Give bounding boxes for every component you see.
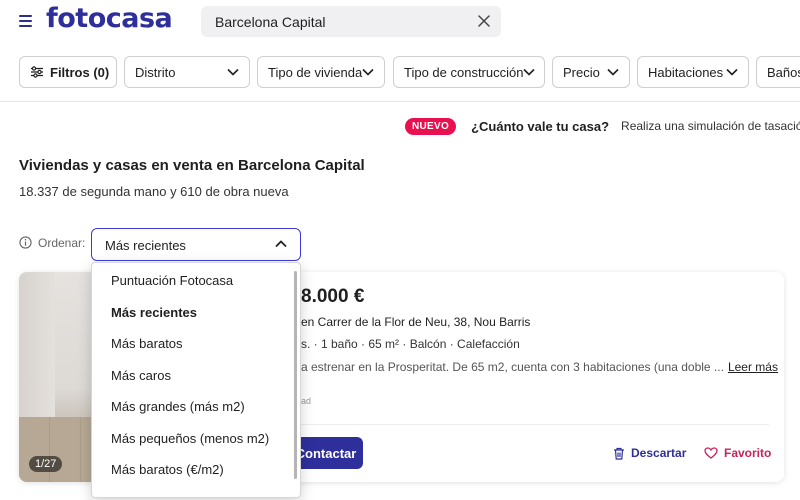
- results-count: 18.337 de segunda mano y 610 de obra nue…: [19, 184, 289, 199]
- chevron-down-icon: [607, 68, 619, 76]
- discard-button[interactable]: Descartar: [613, 446, 686, 460]
- filter-habitaciones[interactable]: Habitaciones: [637, 56, 749, 88]
- card-divider: [301, 424, 769, 425]
- photo-wall: [19, 272, 55, 417]
- discard-label: Descartar: [631, 446, 687, 460]
- trash-icon: [614, 447, 624, 460]
- read-more-link[interactable]: Leer más: [728, 360, 778, 374]
- chevron-down-icon: [227, 68, 239, 76]
- hamburger-menu-icon[interactable]: [19, 15, 32, 27]
- fotocasa-logo[interactable]: fotocasa: [46, 3, 173, 34]
- listing-price[interactable]: 8.000 €: [301, 286, 364, 308]
- sort-option-caros[interactable]: Más caros: [92, 360, 300, 392]
- sliders-icon: [31, 66, 43, 78]
- sort-option-baratos[interactable]: Más baratos: [92, 328, 300, 360]
- filter-banos[interactable]: Baños: [756, 56, 800, 88]
- valuation-description: Realiza una simulación de tasación o: [621, 119, 800, 133]
- dropdown-scrollbar[interactable]: [294, 271, 297, 479]
- filters-label: Filtros (0): [50, 64, 110, 80]
- sort-option-baratos-m2[interactable]: Más baratos (€/m2): [92, 454, 300, 486]
- new-badge: NUEVO: [405, 117, 457, 135]
- sort-option-grandes[interactable]: Más grandes (más m2): [92, 391, 300, 423]
- location-search-input[interactable]: Barcelona Capital: [201, 6, 501, 37]
- chevron-down-icon: [726, 68, 738, 76]
- chevron-up-icon: [275, 240, 287, 248]
- filter-tipo-vivienda[interactable]: Tipo de vivienda: [257, 56, 385, 88]
- valuation-question: ¿Cuánto vale tu casa?: [471, 118, 610, 134]
- listing-address[interactable]: en Carrer de la Flor de Neu, 38, Nou Bar…: [301, 315, 530, 329]
- sort-option-puntuacion[interactable]: Puntuación Fotocasa: [92, 265, 300, 297]
- filter-bar: Filtros (0) Distrito Tipo de vivienda Ti…: [0, 44, 800, 102]
- valuation-banner[interactable]: NUEVO ¿Cuánto vale tu casa? Realiza una …: [405, 116, 800, 136]
- filters-button[interactable]: Filtros (0): [19, 56, 117, 88]
- page-title: Viviendas y casas en venta en Barcelona …: [19, 157, 365, 174]
- sort-select[interactable]: Más recientes: [91, 228, 301, 261]
- agency-label: ad: [301, 396, 312, 406]
- filter-tipo-construccion[interactable]: Tipo de construcción: [393, 56, 545, 88]
- filter-tipo-vivienda-label: Tipo de vivienda: [268, 64, 363, 80]
- favorite-button[interactable]: Favorito: [704, 446, 771, 460]
- filter-distrito-label: Distrito: [135, 64, 176, 80]
- filter-precio[interactable]: Precio: [552, 56, 630, 88]
- listing-features: s. · 1 baño · 65 m² · Balcón · Calefacci…: [301, 337, 520, 351]
- heart-icon: [704, 447, 718, 459]
- top-header: fotocasa Barcelona Capital: [0, 0, 800, 44]
- page: fotocasa Barcelona Capital Filtros (0) D…: [0, 0, 800, 500]
- sort-option-pequenos[interactable]: Más pequeños (menos m2): [92, 423, 300, 455]
- sort-label: Ordenar:: [38, 236, 86, 250]
- photo-counter: 1/27: [29, 456, 63, 472]
- filter-tipo-construccion-label: Tipo de construcción: [404, 64, 524, 80]
- filter-distrito[interactable]: Distrito: [124, 56, 250, 88]
- chevron-down-icon: [523, 68, 536, 76]
- filter-precio-label: Precio: [563, 64, 600, 80]
- filter-habitaciones-label: Habitaciones: [648, 64, 724, 80]
- favorite-label: Favorito: [724, 446, 772, 460]
- filter-banos-label: Baños: [767, 64, 800, 80]
- listing-description-text: a estrenar en la Prosperitat. De 65 m2, …: [301, 360, 724, 374]
- chevron-down-icon: [362, 68, 374, 76]
- info-icon[interactable]: [19, 236, 32, 249]
- sort-dropdown-menu[interactable]: Puntuación Fotocasa Más recientes Más ba…: [91, 262, 301, 498]
- search-value: Barcelona Capital: [215, 14, 326, 30]
- sort-option-recientes[interactable]: Más recientes: [92, 297, 300, 329]
- sort-selected-value: Más recientes: [105, 238, 186, 253]
- clear-icon[interactable]: [477, 14, 491, 28]
- listing-description: a estrenar en la Prosperitat. De 65 m2, …: [301, 360, 781, 374]
